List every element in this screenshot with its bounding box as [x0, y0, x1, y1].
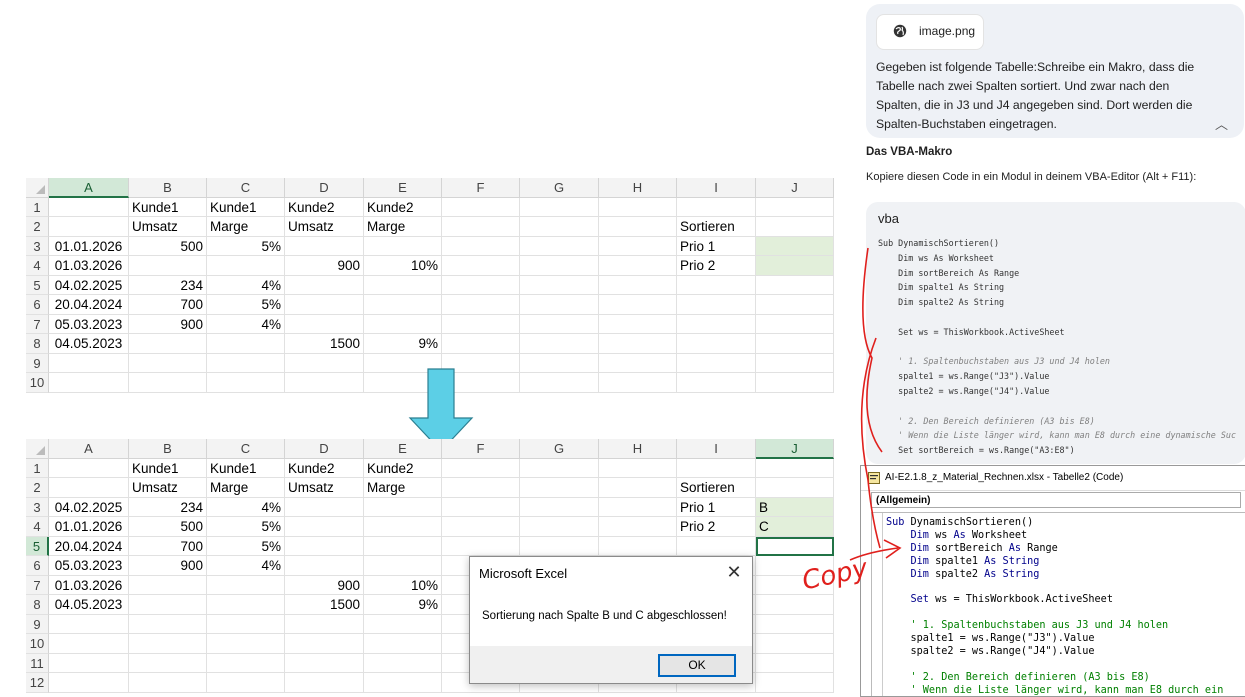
red-annotation	[849, 247, 902, 561]
